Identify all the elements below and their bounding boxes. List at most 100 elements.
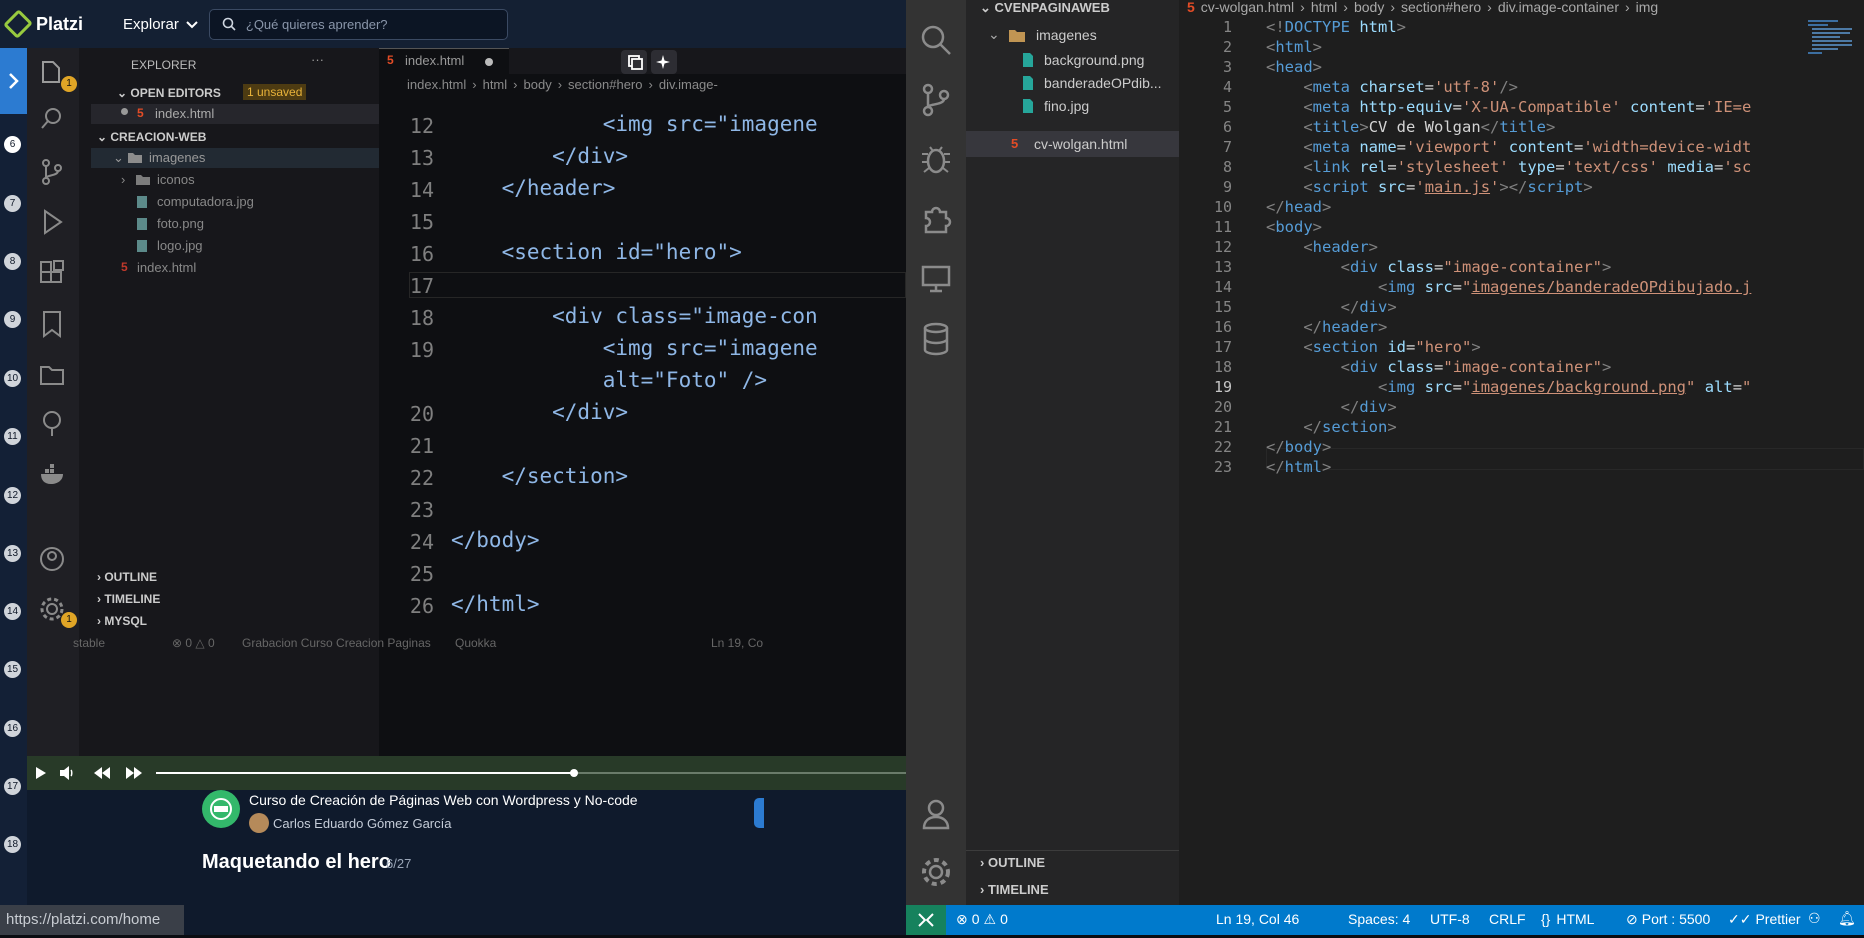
tree-item-iconos[interactable]: › iconos [91, 170, 379, 190]
line-ending[interactable]: CRLF [1489, 911, 1526, 927]
platzi-logo[interactable]: Platzi [3, 9, 83, 39]
breadcrumb-file[interactable]: cv-wolgan.html [1201, 0, 1294, 16]
lesson-number[interactable]: 13 [4, 545, 21, 562]
tree-item-cv-wolgan[interactable]: 5 cv-wolgan.html [966, 131, 1179, 157]
accounts-status-icon[interactable]: ⚇ [1808, 910, 1821, 927]
tree-item-imagenes[interactable]: ⌄ imagenes [91, 148, 379, 168]
play-icon[interactable] [35, 766, 47, 780]
course-title[interactable]: Curso de Creación de Páginas Web con Wor… [249, 792, 638, 808]
code-line[interactable]: <!DOCTYPE html> [1266, 18, 1406, 36]
breadcrumb-item[interactable]: html [483, 77, 508, 92]
side-panel-tab[interactable] [754, 798, 764, 828]
code-line[interactable]: </body> [1266, 438, 1331, 456]
bell-icon[interactable]: 🔔︎ [1838, 910, 1856, 927]
code-line[interactable]: </div> [1266, 298, 1397, 316]
live-server-port[interactable]: ⊘ Port : 5500 [1626, 911, 1710, 928]
lesson-number[interactable]: 12 [4, 487, 21, 504]
search-icon[interactable] [918, 22, 954, 58]
language-mode[interactable]: {} HTML [1541, 911, 1594, 927]
indentation[interactable]: Spaces: 4 [1348, 911, 1410, 927]
code-line[interactable]: <div class="image-con [451, 304, 818, 328]
copy-icon[interactable] [621, 50, 647, 74]
extensions-icon[interactable] [920, 202, 952, 234]
code-line[interactable]: </html> [1266, 458, 1331, 476]
seek-handle[interactable] [570, 769, 578, 777]
outline-section[interactable]: › OUTLINE [980, 855, 1045, 870]
encoding[interactable]: UTF-8 [1430, 911, 1470, 927]
lesson-number[interactable]: 16 [4, 720, 21, 737]
code-line[interactable]: <img src="imagene [451, 112, 818, 136]
code-line[interactable]: </head> [1266, 198, 1331, 216]
code-line[interactable]: <meta http-equiv='X-UA-Compatible' conte… [1266, 98, 1751, 116]
cursor-position[interactable]: Ln 19, Col 46 [1216, 911, 1299, 927]
rewind-icon[interactable] [93, 766, 111, 780]
debug-icon[interactable] [920, 142, 952, 176]
instructor-name[interactable]: Carlos Eduardo Gómez García [273, 816, 451, 831]
code-line[interactable]: </div> [451, 144, 628, 168]
lesson-number[interactable]: 10 [4, 370, 21, 387]
tree-item-bandera[interactable]: banderadeOPdib... [966, 71, 1179, 95]
lesson-number[interactable]: 15 [4, 661, 21, 678]
breadcrumb-item[interactable]: div.image-container [1498, 0, 1619, 16]
volume-icon[interactable] [59, 765, 75, 781]
sparkle-icon[interactable] [651, 50, 677, 74]
open-editors-header[interactable]: ⌄ OPEN EDITORS [117, 86, 221, 100]
project-header[interactable]: ⌄ CREACION-WEB [97, 130, 206, 144]
source-control-icon[interactable] [920, 82, 952, 118]
outline-section[interactable]: › OUTLINE [97, 570, 157, 584]
breadcrumb-item[interactable]: section#hero [1401, 0, 1481, 16]
lesson-number[interactable]: 8 [4, 253, 21, 270]
account-icon[interactable] [922, 798, 950, 830]
code-line[interactable]: </section> [1266, 418, 1396, 436]
lesson-number[interactable]: 11 [4, 428, 21, 445]
code-line[interactable]: </header> [451, 176, 616, 200]
breadcrumb-item[interactable]: index.html [407, 77, 466, 92]
lesson-number[interactable]: 18 [4, 836, 21, 853]
mysql-section[interactable]: › MYSQL [97, 614, 147, 628]
tree-item-fino[interactable]: fino.jpg [966, 94, 1179, 118]
fast-forward-icon[interactable] [125, 766, 143, 780]
timeline-section[interactable]: › TIMELINE [97, 592, 160, 606]
gear-icon[interactable] [920, 856, 952, 888]
code-line[interactable]: <script src='main.js'></script> [1266, 178, 1592, 196]
lesson-number[interactable]: 17 [4, 778, 21, 795]
timeline-section[interactable]: › TIMELINE [980, 882, 1049, 897]
code-line[interactable]: <head> [1266, 58, 1322, 76]
code-line[interactable]: <img src="imagenes/banderadeOPdibujado.j [1266, 278, 1751, 296]
lesson-number[interactable]: 9 [4, 311, 21, 328]
tree-item-imagenes[interactable]: ⌄ imagenes [966, 24, 1179, 48]
code-line[interactable]: </body> [451, 528, 540, 552]
breadcrumb-item[interactable]: img [1636, 0, 1659, 16]
code-line[interactable]: <html> [1266, 38, 1322, 56]
code-line[interactable]: <section id="hero"> [1266, 338, 1480, 356]
code-line[interactable]: <div class="image-container"> [1266, 258, 1612, 276]
breadcrumb-item[interactable]: body [1354, 0, 1384, 16]
remote-indicator[interactable] [906, 905, 946, 935]
code-line[interactable]: <body> [1266, 218, 1322, 236]
tree-item-foto[interactable]: foto.png [91, 214, 379, 234]
code-line[interactable]: <header> [1266, 238, 1378, 256]
lesson-number[interactable]: 7 [4, 195, 21, 212]
code-line[interactable]: <div class="image-container"> [1266, 358, 1612, 376]
code-line[interactable]: alt="Foto" /> [451, 368, 767, 392]
code-line[interactable]: <link rel='stylesheet' type='text/css' m… [1266, 158, 1751, 176]
code-line[interactable]: </html> [451, 592, 540, 616]
lesson-rail-toggle[interactable] [0, 48, 27, 114]
code-line[interactable]: </header> [1266, 318, 1387, 336]
breadcrumb-item[interactable]: section#hero [568, 77, 642, 92]
video-editor-tab[interactable]: 5 index.html [379, 48, 509, 74]
tree-item-background[interactable]: background.png [966, 48, 1179, 72]
remote-explorer-icon[interactable] [920, 264, 952, 294]
code-line[interactable]: </section> [451, 464, 628, 488]
code-line[interactable]: <img src="imagenes/background.png" alt=" [1266, 378, 1751, 396]
explore-menu[interactable]: Explorar [123, 16, 199, 33]
minimap[interactable] [1798, 18, 1864, 78]
breadcrumb-item[interactable]: div.image- [659, 77, 718, 92]
project-header[interactable]: ⌄ CVENPAGINAWEB [980, 0, 1110, 16]
tree-item-index[interactable]: 5 index.html [91, 258, 379, 278]
breadcrumb-item[interactable]: html [1311, 0, 1337, 16]
database-icon[interactable] [922, 322, 950, 356]
code-line[interactable]: </div> [451, 400, 628, 424]
lesson-number[interactable]: 6 [4, 136, 21, 153]
more-actions-icon[interactable]: ··· [311, 52, 324, 67]
